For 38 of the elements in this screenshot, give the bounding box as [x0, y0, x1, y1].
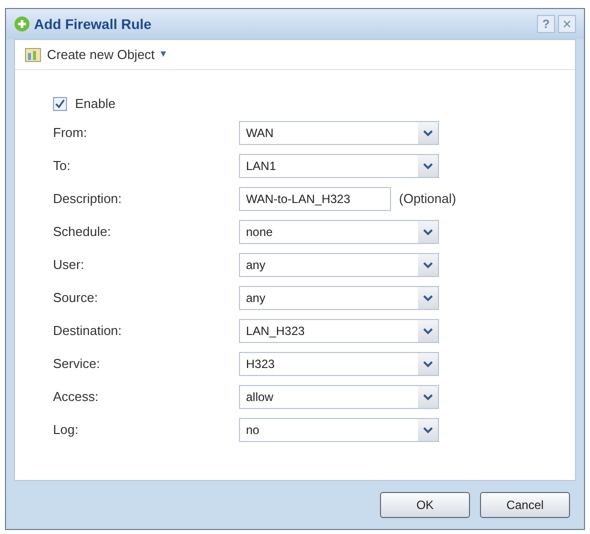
field-label: User:: [53, 256, 86, 274]
field-label: Source:: [53, 289, 99, 308]
field-label: Log:: [53, 421, 80, 440]
dropdown[interactable]: no: [239, 418, 439, 442]
window-title: Add Firewall Rule: [34, 14, 152, 34]
field-label: Description:: [53, 190, 123, 208]
dropdown[interactable]: H323: [239, 352, 439, 376]
object-icon: [25, 48, 41, 62]
chevron-down-icon: [423, 228, 433, 236]
dropdown[interactable]: LAN_H323: [239, 319, 439, 343]
add-icon: [14, 16, 30, 32]
chevron-down-icon: [423, 328, 433, 334]
dropdown[interactable]: WAN: [239, 121, 439, 145]
field-label: To:: [53, 157, 72, 176]
chevron-down-icon: [423, 294, 433, 302]
dropdown[interactable]: any: [239, 253, 439, 277]
check-icon: [55, 99, 65, 109]
ok-button[interactable]: OK: [380, 492, 470, 518]
field-label: Schedule:: [53, 223, 112, 242]
field-label: Destination:: [53, 322, 123, 340]
chevron-down-icon: [423, 162, 433, 170]
cancel-button[interactable]: Cancel: [480, 492, 570, 518]
chevron-down-icon: [423, 130, 433, 136]
chevron-down-icon: [423, 426, 433, 434]
chevron-down-icon: [423, 394, 433, 400]
dropdown[interactable]: allow: [239, 385, 439, 409]
create-object-menu[interactable]: Create new Object ▾: [25, 44, 167, 64]
chevron-down-icon: [423, 262, 433, 268]
dropdown[interactable]: any: [239, 286, 439, 310]
chevron-down-icon: [423, 360, 433, 368]
description-field[interactable]: WAN-to-LAN_H323: [239, 187, 391, 211]
enable-checkbox[interactable]: Enable: [53, 92, 116, 116]
field-label: Access:: [53, 388, 100, 406]
field-label: From:: [53, 124, 88, 142]
optional-note: (Optional): [399, 190, 456, 208]
dropdown[interactable]: LAN1: [239, 154, 439, 178]
field-label: Service:: [53, 355, 101, 374]
dropdown[interactable]: none: [239, 220, 439, 244]
